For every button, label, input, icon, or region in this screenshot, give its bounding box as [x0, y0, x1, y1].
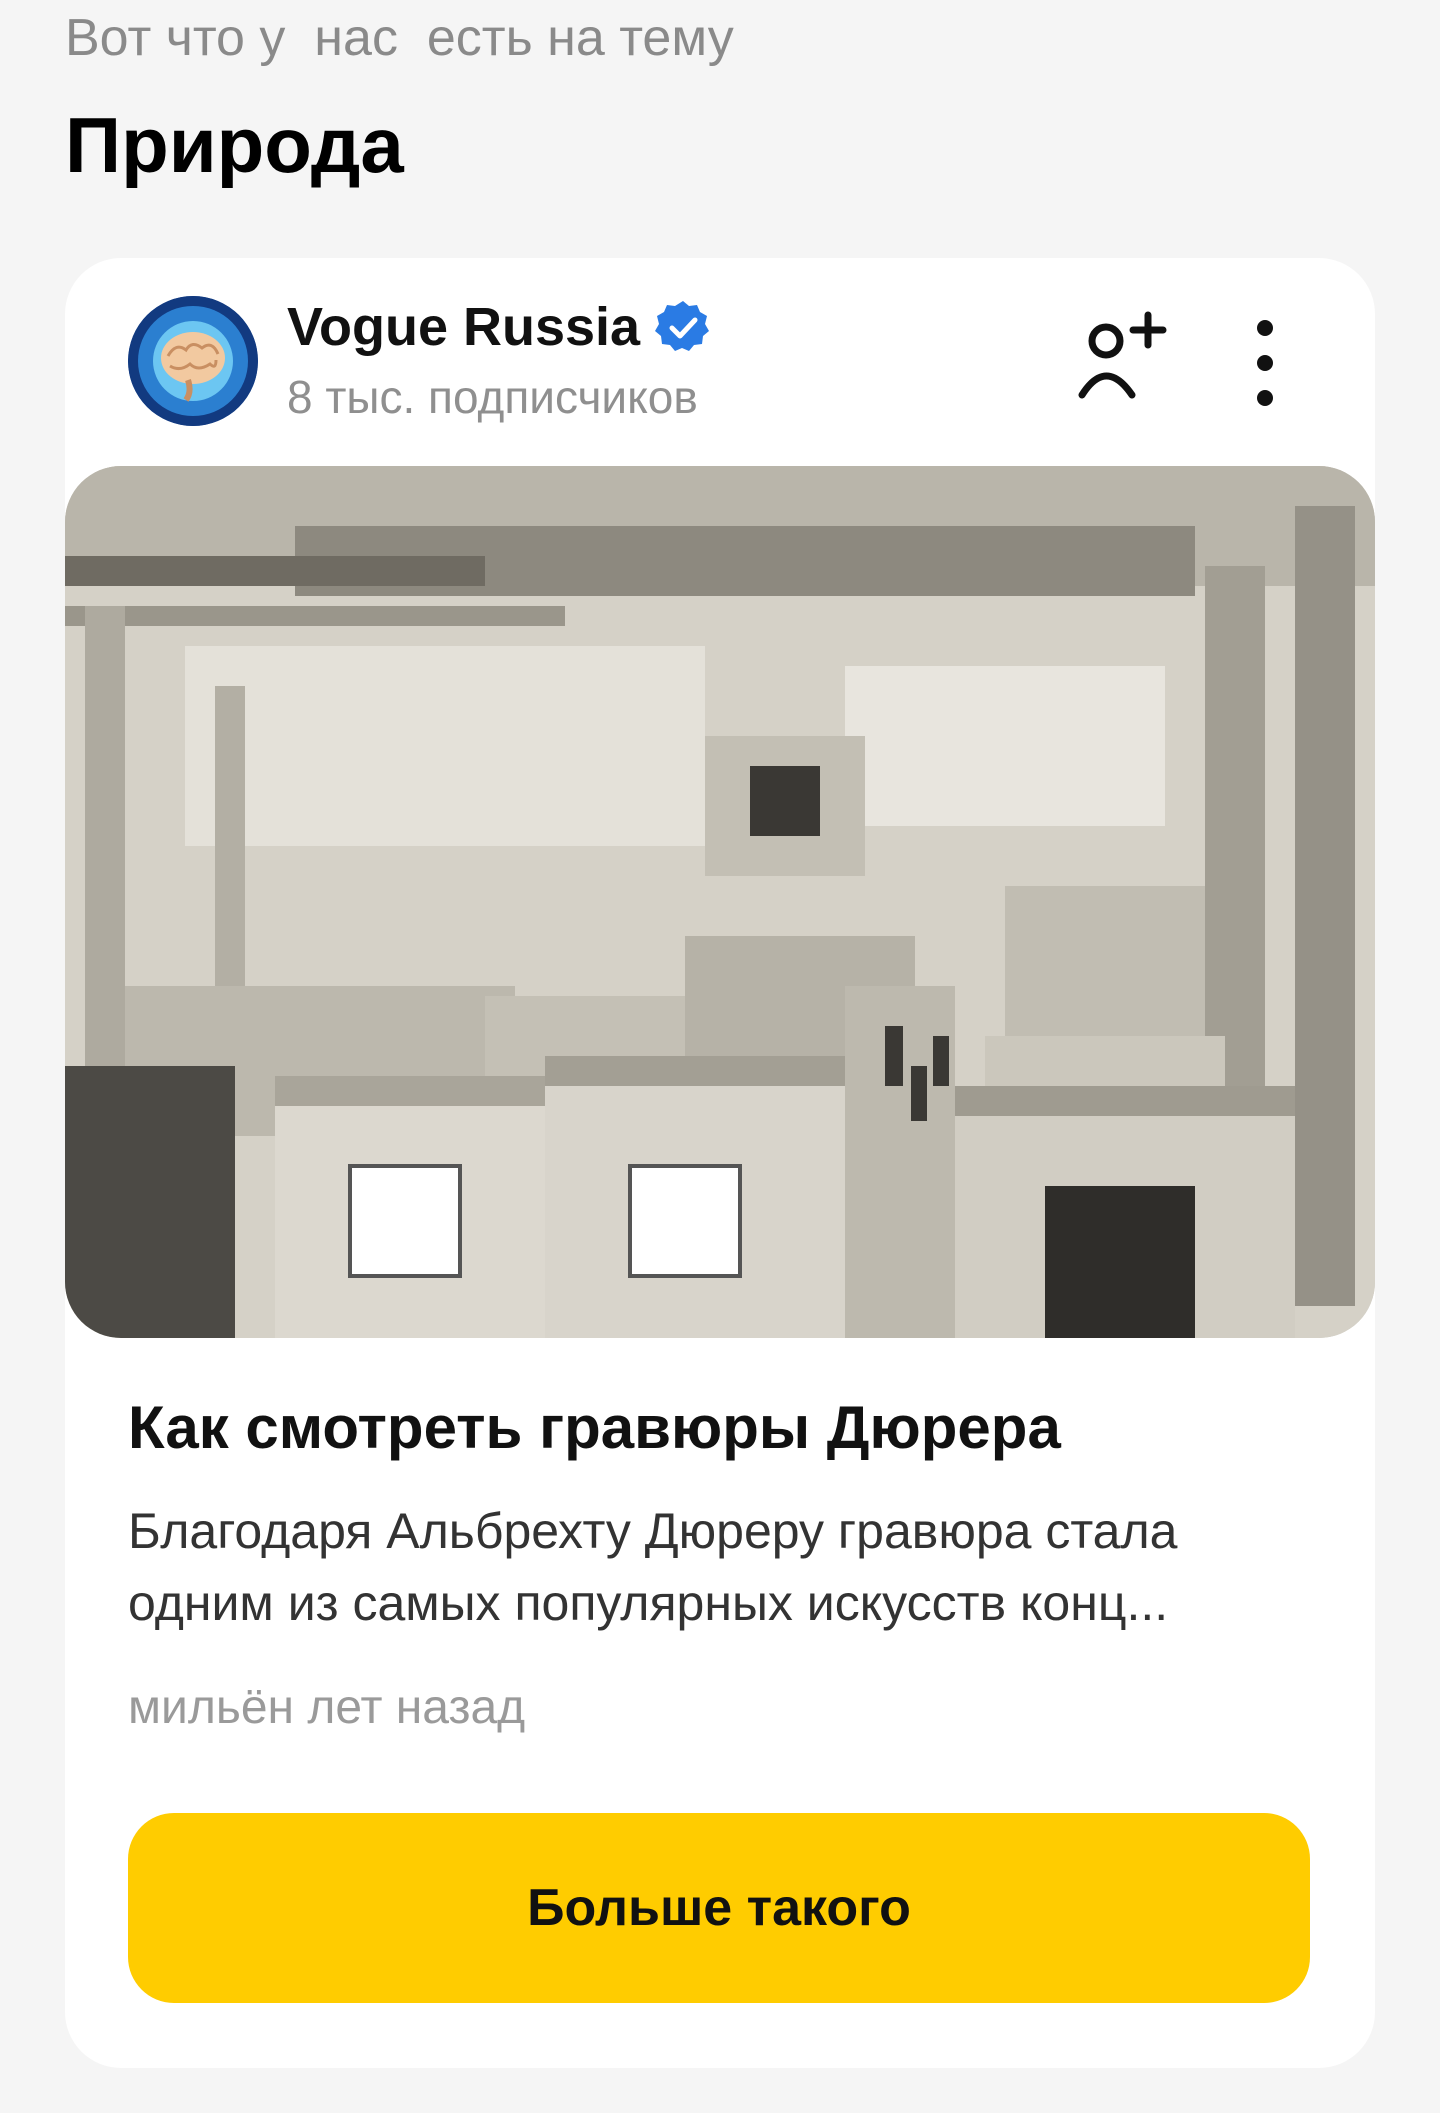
channel-name[interactable]: Vogue Russia — [287, 296, 640, 358]
article-snippet[interactable]: Благодаря Альбрехту Дюреру гравюра стала… — [128, 1495, 1328, 1639]
add-person-icon — [1078, 311, 1167, 399]
article-time: мильён лет назад — [128, 1681, 526, 1734]
article-cover-image[interactable] — [65, 466, 1375, 1338]
article-title[interactable]: Как смотреть гравюры Дюрера — [128, 1393, 1308, 1462]
verified-badge-icon — [654, 298, 712, 356]
subscriber-count: 8 тыс. подписчиков — [287, 371, 698, 423]
factory-hall-photo — [65, 466, 1375, 1338]
subscribe-button[interactable] — [1070, 303, 1180, 413]
topic-title: Природа — [65, 101, 404, 189]
more-options-button[interactable] — [1235, 313, 1295, 413]
feed-page: Вот что у нас есть на тему Природа Vogue… — [0, 0, 1440, 2113]
more-vertical-icon — [1257, 320, 1273, 406]
topic-intro: Вот что у нас есть на тему — [65, 9, 734, 67]
brain-avatar-icon — [128, 296, 258, 426]
article-card[interactable]: Vogue Russia 8 тыс. подписчиков Как смот… — [65, 258, 1375, 2068]
channel-name-row[interactable]: Vogue Russia — [287, 296, 712, 358]
channel-avatar[interactable] — [128, 296, 258, 426]
more-like-this-button[interactable]: Больше такого — [128, 1813, 1310, 2003]
